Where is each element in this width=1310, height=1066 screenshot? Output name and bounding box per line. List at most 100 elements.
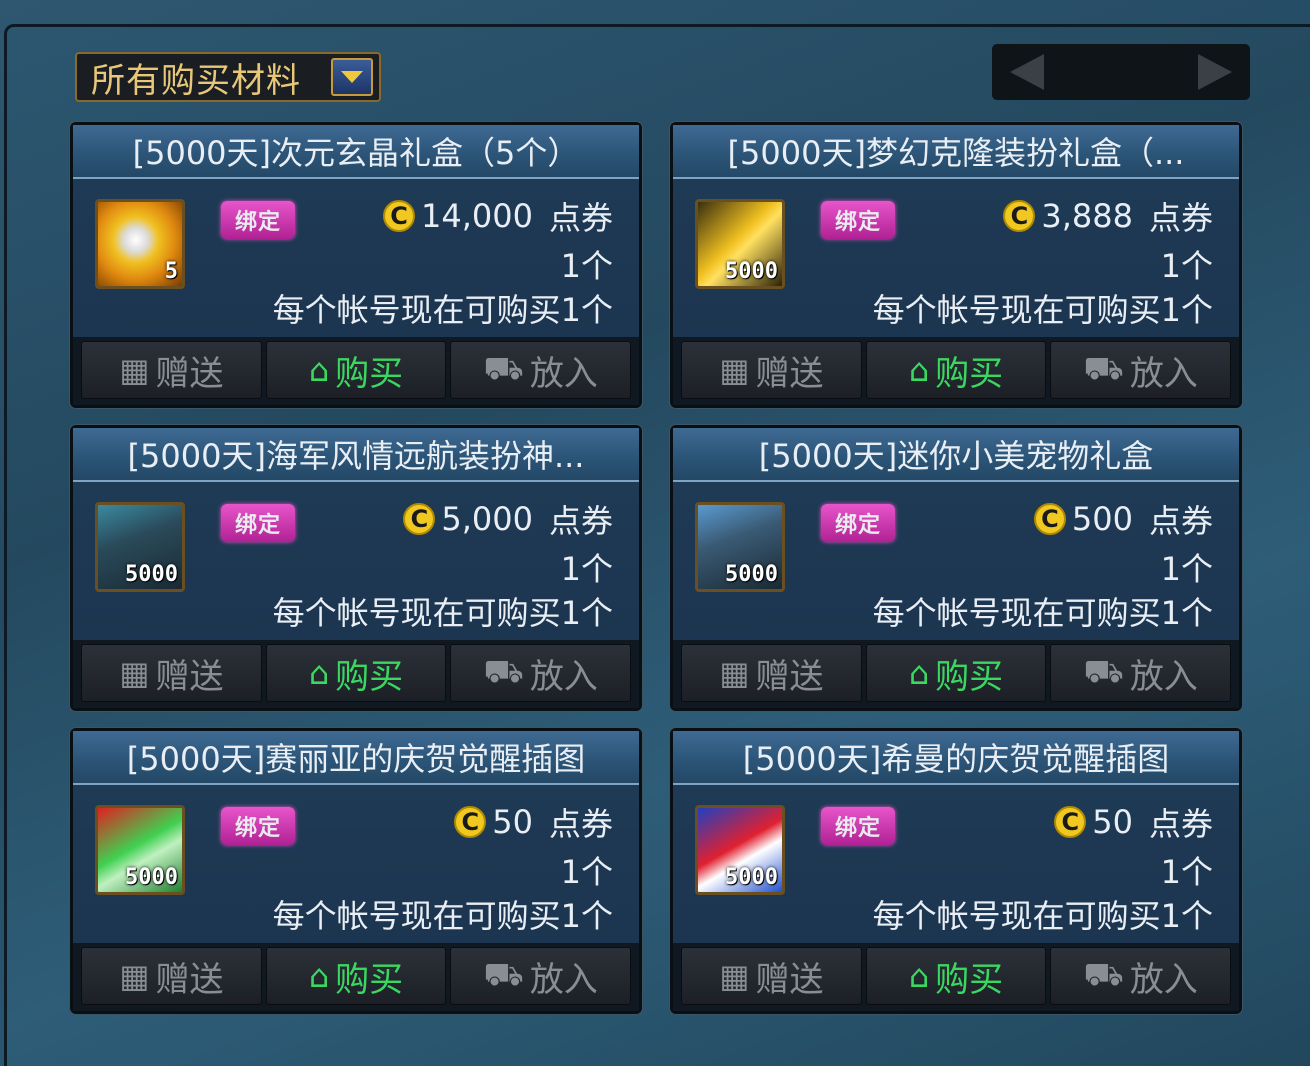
- gift-icon: ▦: [119, 654, 150, 692]
- item-quantity: 1个: [560, 853, 613, 891]
- add-to-cart-button[interactable]: ⛟ 放入: [450, 341, 632, 399]
- coin-icon: C: [1033, 503, 1066, 535]
- buy-label: 购买: [935, 959, 1004, 1000]
- purchase-limit: 每个帐号现在可购买1个: [872, 594, 1213, 632]
- gift-button[interactable]: ▦ 赠送: [81, 341, 262, 399]
- purchase-limit: 每个帐号现在可购买1个: [872, 897, 1213, 935]
- add-to-cart-button[interactable]: ⛟ 放入: [1050, 644, 1232, 702]
- coin-icon: C: [383, 200, 416, 232]
- item-price: C 3,888 点券: [1003, 193, 1213, 239]
- item-quantity: 1个: [560, 247, 613, 285]
- buy-button[interactable]: ⌂ 购买: [865, 947, 1047, 1005]
- add-to-cart-button[interactable]: ⛟ 放入: [450, 947, 632, 1005]
- buy-button[interactable]: ⌂ 购买: [265, 341, 447, 399]
- category-dropdown[interactable]: 所有购买材料: [75, 52, 381, 102]
- cart-icon: ⛟: [1083, 349, 1124, 387]
- bind-badge: 绑定: [821, 201, 895, 239]
- gift-label: 赠送: [755, 656, 824, 697]
- gift-label: 赠送: [155, 959, 224, 1000]
- illustration-icon[interactable]: 5000: [695, 805, 785, 895]
- price-value: 50: [492, 803, 533, 841]
- item-card: [5000天]希曼的庆贺觉醒插图 5000 绑定 C 50 点券 1个 每个帐号…: [670, 728, 1242, 1014]
- gift-icon: ▦: [119, 957, 150, 995]
- buy-icon: ⌂: [908, 654, 930, 692]
- item-quantity: 1个: [1160, 247, 1213, 285]
- chest-icon[interactable]: 5000: [95, 502, 185, 592]
- price-value: 14,000: [421, 197, 533, 235]
- arrow-left-icon[interactable]: [1010, 54, 1044, 90]
- cart-label: 放入: [529, 959, 598, 1000]
- buy-label: 购买: [935, 353, 1004, 394]
- buy-button[interactable]: ⌂ 购买: [865, 341, 1047, 399]
- item-price: C 14,000 点券: [383, 193, 613, 239]
- gift-icon: ▦: [119, 351, 150, 389]
- bind-badge: 绑定: [821, 807, 895, 845]
- price-currency: 点券: [1148, 805, 1213, 843]
- buy-icon: ⌂: [908, 957, 930, 995]
- item-price: C 50 点券: [454, 799, 613, 845]
- crystal-gift-box-icon[interactable]: 5: [95, 199, 185, 289]
- buy-button[interactable]: ⌂ 购买: [265, 947, 447, 1005]
- price-currency: 点券: [548, 805, 613, 843]
- price-value: 500: [1071, 500, 1133, 538]
- price-currency: 点券: [548, 502, 613, 540]
- price-value: 5,000: [441, 500, 533, 538]
- item-title: [5000天]海军风情远航装扮神...: [73, 428, 639, 482]
- buy-icon: ⌂: [308, 654, 330, 692]
- item-card: [5000天]次元玄晶礼盒（5个） 5 绑定 C 14,000 点券 1个 每个…: [70, 122, 642, 408]
- item-title: [5000天]迷你小美宠物礼盒: [673, 428, 1239, 482]
- gift-label: 赠送: [155, 353, 224, 394]
- gift-button[interactable]: ▦ 赠送: [681, 947, 862, 1005]
- gift-button[interactable]: ▦ 赠送: [681, 341, 862, 399]
- item-icon-count: 5: [164, 259, 178, 284]
- purchase-limit: 每个帐号现在可购买1个: [272, 594, 613, 632]
- purchase-limit: 每个帐号现在可购买1个: [872, 291, 1213, 329]
- item-quantity: 1个: [1160, 550, 1213, 588]
- item-price: C 500 点券: [1033, 496, 1213, 542]
- item-body: 5000 绑定 C 5,000 点券 1个 每个帐号现在可购买1个: [73, 482, 639, 640]
- arrow-right-icon[interactable]: [1198, 54, 1232, 90]
- bind-badge: 绑定: [821, 504, 895, 542]
- item-actions: ▦ 赠送 ⌂ 购买 ⛟ 放入: [73, 640, 639, 708]
- buy-button[interactable]: ⌂ 购买: [265, 644, 447, 702]
- cart-label: 放入: [1129, 959, 1198, 1000]
- chevron-down-icon[interactable]: [331, 58, 373, 96]
- buy-button[interactable]: ⌂ 购买: [865, 644, 1047, 702]
- item-title: [5000天]次元玄晶礼盒（5个）: [73, 125, 639, 179]
- cart-icon: ⛟: [483, 955, 524, 993]
- pet-chest-icon[interactable]: 5000: [695, 502, 785, 592]
- buy-icon: ⌂: [308, 351, 330, 389]
- price-value: 50: [1092, 803, 1133, 841]
- illustration-icon[interactable]: 5000: [95, 805, 185, 895]
- gift-button[interactable]: ▦ 赠送: [81, 644, 262, 702]
- cart-label: 放入: [1129, 353, 1198, 394]
- purchase-limit: 每个帐号现在可购买1个: [272, 291, 613, 329]
- gift-icon: ▦: [719, 351, 750, 389]
- item-card: [5000天]赛丽亚的庆贺觉醒插图 5000 绑定 C 50 点券 1个 每个帐…: [70, 728, 642, 1014]
- add-to-cart-button[interactable]: ⛟ 放入: [1050, 947, 1232, 1005]
- bind-badge: 绑定: [221, 807, 295, 845]
- bind-badge: 绑定: [221, 201, 295, 239]
- item-price: C 50 点券: [1054, 799, 1213, 845]
- item-quantity: 1个: [560, 550, 613, 588]
- pager: [992, 44, 1250, 100]
- item-actions: ▦ 赠送 ⌂ 购买 ⛟ 放入: [673, 640, 1239, 708]
- gift-icon: ▦: [719, 957, 750, 995]
- item-title: [5000天]赛丽亚的庆贺觉醒插图: [73, 731, 639, 785]
- item-quantity: 1个: [1160, 853, 1213, 891]
- gift-label: 赠送: [755, 353, 824, 394]
- buy-icon: ⌂: [308, 957, 330, 995]
- price-currency: 点券: [548, 199, 613, 237]
- gift-button[interactable]: ▦ 赠送: [81, 947, 262, 1005]
- gift-icon: ▦: [719, 654, 750, 692]
- item-card: [5000天]迷你小美宠物礼盒 5000 绑定 C 500 点券 1个 每个帐号…: [670, 425, 1242, 711]
- buy-label: 购买: [335, 656, 404, 697]
- add-to-cart-button[interactable]: ⛟ 放入: [1050, 341, 1232, 399]
- clone-costume-box-icon[interactable]: 5000: [695, 199, 785, 289]
- item-icon-count: 5000: [725, 562, 778, 587]
- gift-button[interactable]: ▦ 赠送: [681, 644, 862, 702]
- add-to-cart-button[interactable]: ⛟ 放入: [450, 644, 632, 702]
- item-body: 5000 绑定 C 500 点券 1个 每个帐号现在可购买1个: [673, 482, 1239, 640]
- coin-icon: C: [1054, 806, 1087, 838]
- cart-label: 放入: [529, 656, 598, 697]
